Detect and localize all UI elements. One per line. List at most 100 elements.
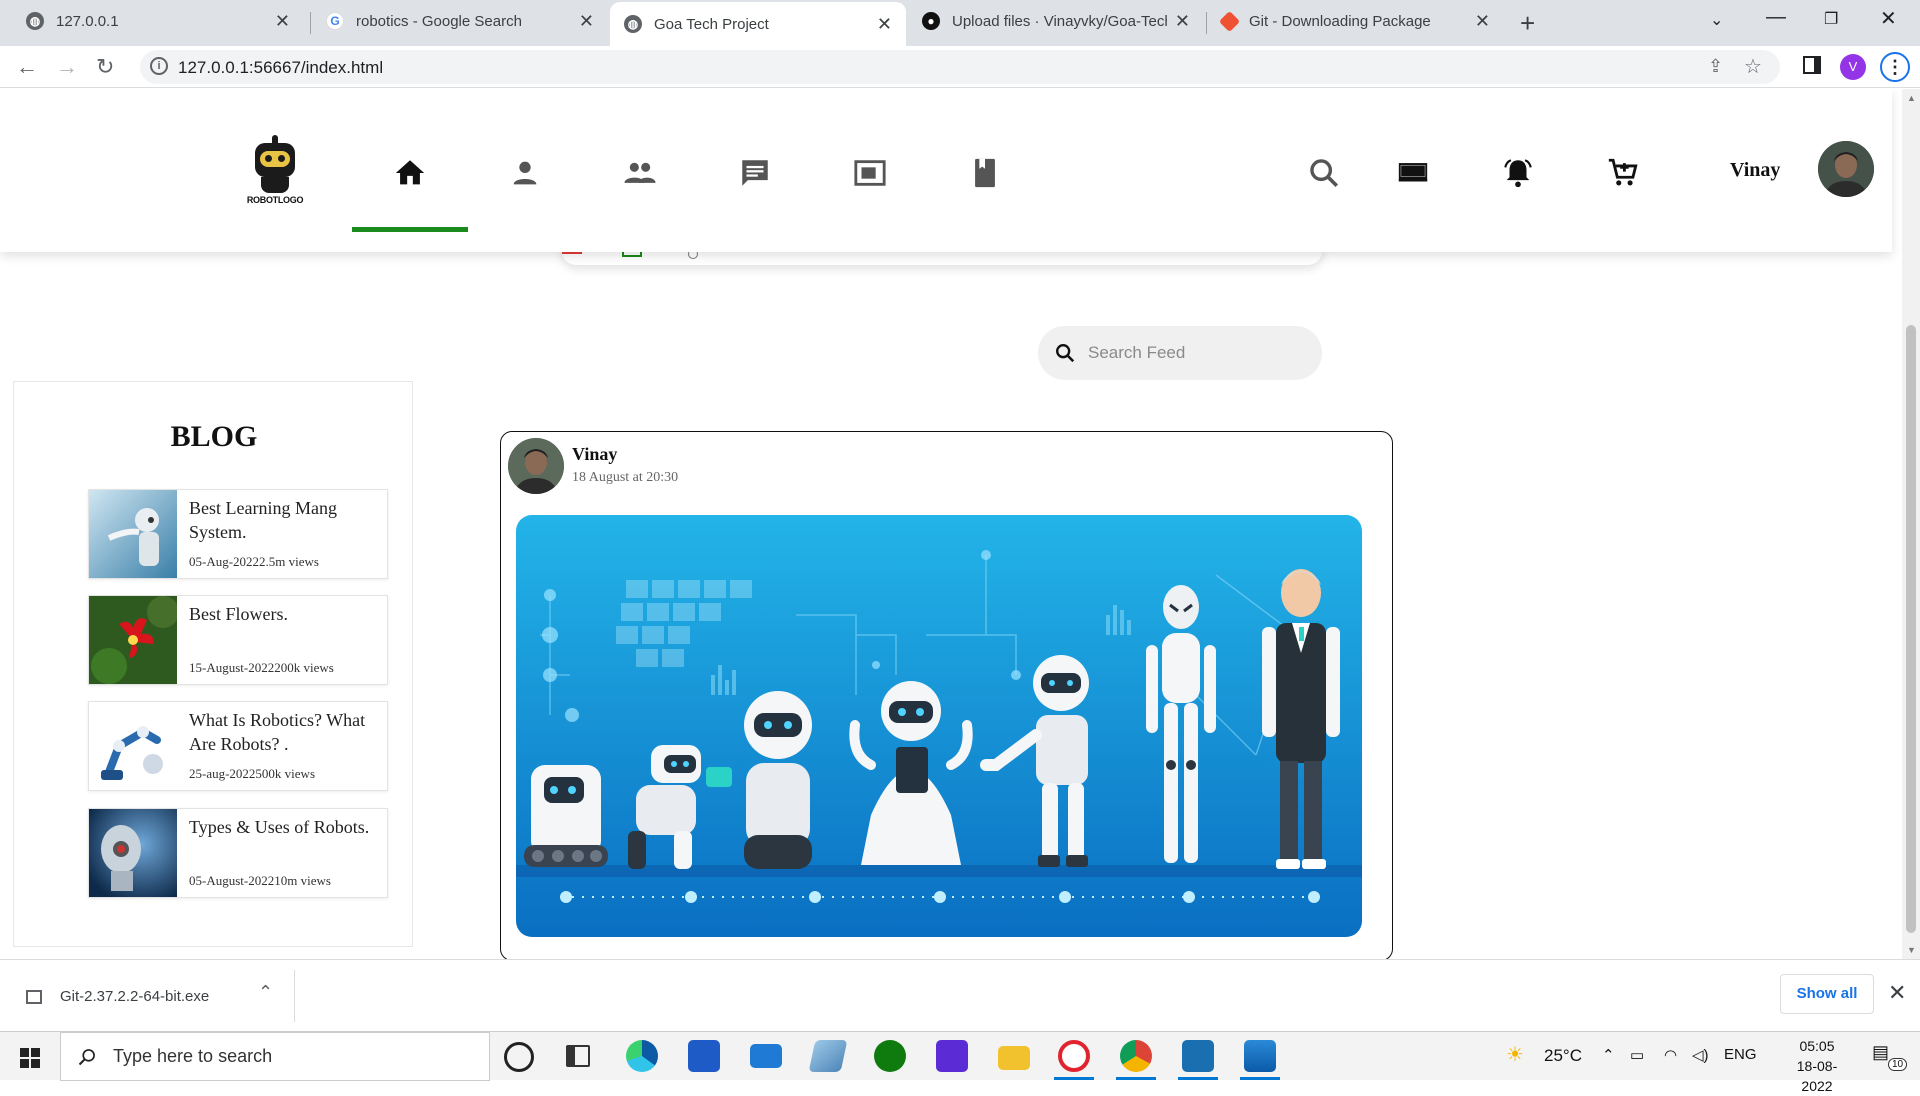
- blog-item-meta: 25-aug-2022500k views: [189, 766, 316, 781]
- blog-item[interactable]: Best Flowers. 15-August-2022200k views: [88, 595, 388, 685]
- page-scrollbar[interactable]: ▲ ▼: [1902, 89, 1920, 959]
- file-explorer-icon[interactable]: [998, 1046, 1030, 1070]
- xbox-icon[interactable]: [874, 1040, 906, 1072]
- profile-avatar[interactable]: V: [1840, 54, 1866, 80]
- blog-item[interactable]: Best Learning Mang System. 05-Aug-20222.…: [88, 489, 388, 579]
- brackets-icon[interactable]: [1182, 1040, 1214, 1072]
- blog-item-title[interactable]: Best Flowers.: [189, 602, 385, 626]
- blog-thumbnail: [89, 490, 177, 578]
- close-shelf-icon[interactable]: ✕: [1888, 980, 1906, 1006]
- side-panel-icon[interactable]: [1803, 56, 1821, 74]
- browser-tab-strip: ◍ 127.0.0.1 ✕ G robotics - Google Search…: [0, 0, 1920, 46]
- post-image[interactable]: [516, 515, 1362, 937]
- photos-icon[interactable]: [1244, 1040, 1276, 1072]
- language-indicator[interactable]: ENG: [1724, 1046, 1757, 1063]
- notification-icon[interactable]: ▤: [1872, 1042, 1889, 1063]
- forward-arrow-icon[interactable]: →: [56, 54, 78, 80]
- bookmark-star-icon[interactable]: ☆: [1744, 54, 1762, 79]
- search-feed-input[interactable]: [1088, 343, 1308, 363]
- reload-icon[interactable]: ↻: [96, 54, 114, 80]
- book-icon[interactable]: [963, 151, 1007, 195]
- show-all-downloads-button[interactable]: Show all: [1780, 974, 1874, 1014]
- keyboard-icon[interactable]: [1391, 151, 1435, 195]
- post-author-avatar[interactable]: [508, 438, 564, 494]
- person-icon[interactable]: [503, 151, 547, 195]
- scroll-up-icon[interactable]: ▲: [1907, 93, 1916, 103]
- tab-title: Goa Tech Project: [654, 15, 769, 33]
- notes-icon[interactable]: [808, 1040, 848, 1072]
- windows-start-icon[interactable]: [20, 1048, 40, 1068]
- globe-icon: ◍: [624, 15, 642, 33]
- weather-icon[interactable]: ☀: [1506, 1042, 1524, 1067]
- store-icon[interactable]: [688, 1040, 720, 1072]
- mail-icon[interactable]: [750, 1044, 782, 1068]
- close-tab-icon[interactable]: ✕: [1475, 11, 1490, 32]
- page-viewport: ROBOTLOGO Vinay Search Feed BLOG Best Le…: [0, 89, 1902, 959]
- chevron-up-icon[interactable]: ⌃: [258, 982, 273, 1003]
- clock-time: 05:05: [1799, 1038, 1835, 1054]
- blog-item[interactable]: Types & Uses of Robots. 05-August-202210…: [88, 808, 388, 898]
- tab-upload-files[interactable]: ● Upload files · Vinayvky/Goa-Tech ✕: [908, 0, 1204, 42]
- scrollbar-thumb[interactable]: [1906, 325, 1916, 933]
- task-view-icon[interactable]: [566, 1045, 590, 1067]
- blog-item-title[interactable]: Best Learning Mang System.: [189, 496, 385, 544]
- tab-goa-tech-project[interactable]: ◍ Goa Tech Project ✕: [610, 2, 906, 46]
- edge-icon[interactable]: [626, 1040, 658, 1072]
- address-bar[interactable]: i 127.0.0.1:56667/index.html ⇪ ☆: [140, 50, 1780, 84]
- search-feed[interactable]: [1038, 326, 1322, 380]
- opera-icon[interactable]: [1058, 1040, 1090, 1072]
- browser-menu-icon[interactable]: ⋮: [1880, 52, 1910, 82]
- close-tab-icon[interactable]: ✕: [1175, 11, 1190, 32]
- screen-icon[interactable]: [848, 151, 892, 195]
- chrome-icon[interactable]: [1120, 1040, 1152, 1072]
- wifi-icon[interactable]: ◠: [1664, 1046, 1677, 1064]
- tab-robotics-search[interactable]: G robotics - Google Search ✕: [312, 0, 608, 42]
- volume-icon[interactable]: ◁): [1692, 1046, 1709, 1064]
- tab-search-chevron-icon[interactable]: ⌄: [1710, 10, 1723, 30]
- blog-item[interactable]: What Is Robotics? What Are Robots? . 25-…: [88, 701, 388, 791]
- visual-studio-icon[interactable]: [936, 1040, 968, 1072]
- taskbar-search-box[interactable]: Type here to search: [60, 1032, 490, 1081]
- tab-title: 127.0.0.1: [56, 12, 119, 30]
- cortana-icon[interactable]: [504, 1042, 534, 1072]
- tab-title: robotics - Google Search: [356, 12, 522, 30]
- logo-text: ROBOTLOGO: [246, 195, 304, 205]
- blog-item-title[interactable]: Types & Uses of Robots.: [189, 815, 385, 839]
- search-icon[interactable]: [1302, 151, 1346, 195]
- back-arrow-icon[interactable]: ←: [16, 54, 38, 80]
- close-tab-icon[interactable]: ✕: [579, 11, 594, 32]
- group-icon[interactable]: [618, 151, 662, 195]
- tab-title: Upload files · Vinayvky/Goa-Tech: [952, 12, 1167, 30]
- home-icon[interactable]: [388, 151, 432, 195]
- battery-icon[interactable]: ▭: [1630, 1046, 1644, 1064]
- site-info-icon[interactable]: i: [150, 57, 168, 75]
- chevron-up-icon[interactable]: ⌃: [1602, 1046, 1615, 1064]
- taskbar-clock[interactable]: 05:05 18-08-2022: [1782, 1036, 1852, 1096]
- minimize-button[interactable]: —: [1766, 6, 1786, 29]
- close-window-button[interactable]: ✕: [1880, 6, 1897, 31]
- share-icon[interactable]: ⇪: [1708, 56, 1723, 77]
- tab-divider: [310, 12, 311, 34]
- close-tab-icon[interactable]: ✕: [275, 11, 290, 32]
- download-filename[interactable]: Git-2.37.2.2-64-bit.exe: [60, 988, 209, 1005]
- robot-logo[interactable]: ROBOTLOGO: [245, 135, 305, 209]
- taskbar-search-placeholder: Type here to search: [113, 1046, 273, 1066]
- new-tab-button[interactable]: +: [1520, 8, 1535, 39]
- cart-icon[interactable]: [1601, 151, 1645, 195]
- temperature-text[interactable]: 25°C: [1544, 1046, 1582, 1066]
- post-author-name[interactable]: Vinay: [572, 444, 617, 465]
- restore-button[interactable]: ❐: [1824, 9, 1838, 29]
- globe-icon: ◍: [26, 12, 44, 30]
- scroll-down-icon[interactable]: ▼: [1907, 945, 1916, 955]
- tab-git-download[interactable]: Git - Downloading Package ✕: [1208, 0, 1504, 42]
- installer-file-icon: [26, 990, 42, 1004]
- chat-icon[interactable]: [733, 151, 777, 195]
- bell-icon[interactable]: [1496, 151, 1540, 195]
- header-username[interactable]: Vinay: [1730, 159, 1780, 182]
- close-tab-icon[interactable]: ✕: [877, 14, 892, 35]
- git-icon: [1218, 10, 1241, 32]
- blog-item-title[interactable]: What Is Robotics? What Are Robots? .: [189, 708, 385, 756]
- avatar[interactable]: [1818, 141, 1874, 197]
- tab-127[interactable]: ◍ 127.0.0.1 ✕: [12, 0, 304, 42]
- url-text[interactable]: 127.0.0.1:56667/index.html: [178, 58, 383, 78]
